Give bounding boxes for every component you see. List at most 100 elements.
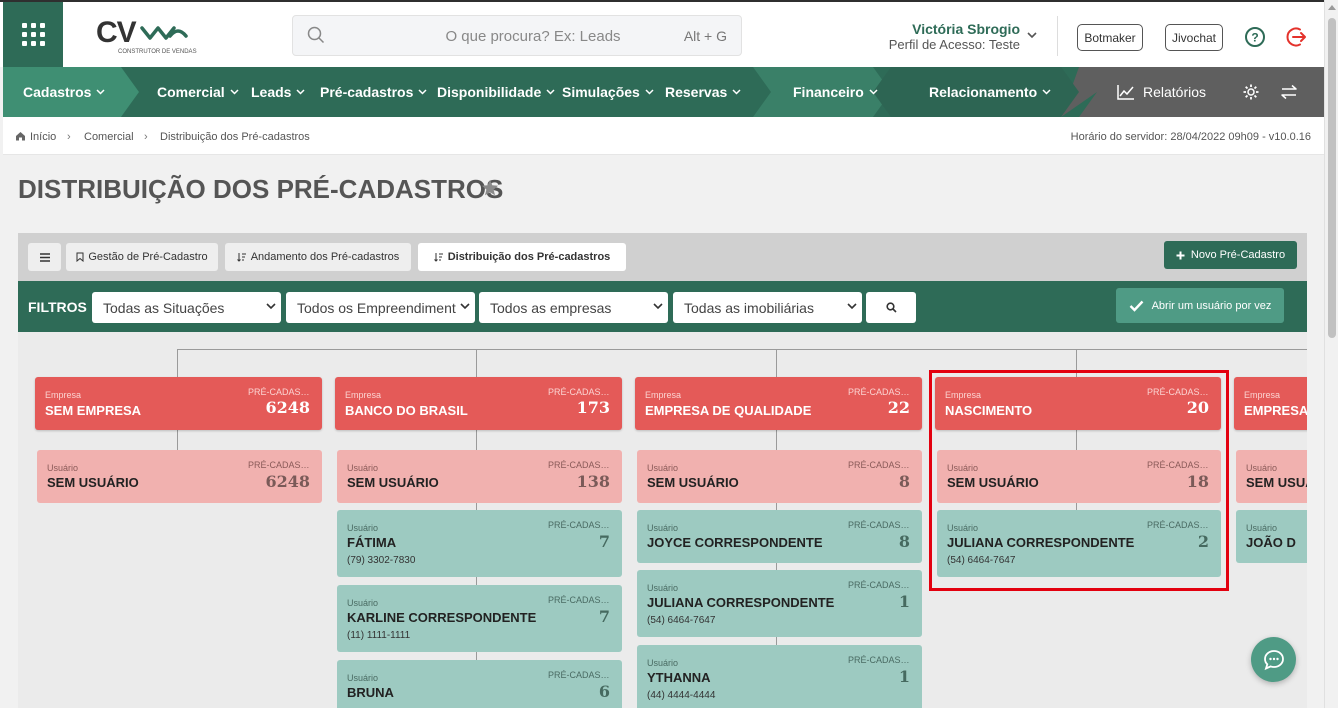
page-title: DISTRIBUIÇÃO DOS PRÉ-CADASTROS [18, 174, 504, 204]
botmaker-button[interactable]: Botmaker [1077, 24, 1143, 51]
check-icon [1129, 300, 1143, 312]
filter-bar: FILTROS Todas as Situações Todos os Empr… [18, 281, 1307, 332]
page-scrollbar[interactable] [1324, 0, 1338, 708]
real-estate-select[interactable]: Todas as imobiliárias [673, 292, 862, 323]
user-card[interactable]: Usuário SEM USUÁRIO PRÉ-CADASTROS 138 [337, 450, 622, 503]
tab-gestao[interactable]: Gestão de Pré-Cadastro [66, 243, 218, 271]
user-card[interactable]: Usuário FÁTIMA PRÉ-CADASTROS 7 (79) 3302… [337, 510, 622, 577]
chevron-down-icon [230, 89, 239, 95]
nav-relacionamento[interactable]: Relacionamento [929, 67, 1051, 117]
company-card[interactable]: Empresa EMPRESA [1234, 377, 1307, 430]
search-box[interactable]: Alt + G [292, 15, 742, 56]
help-icon[interactable]: ? [1244, 26, 1266, 48]
chevron-right-icon: › [67, 131, 71, 143]
swap-icon[interactable] [1280, 84, 1298, 100]
logo[interactable]: CV CONSTRUTOR DE VENDAS [96, 16, 197, 58]
tree-connector [177, 349, 1307, 350]
menu-toggle-button[interactable] [28, 243, 61, 271]
filter-search-button[interactable] [866, 292, 916, 323]
chevron-down-icon [732, 89, 741, 95]
user-card[interactable]: Usuário KARLINE CORRESPONDENTE PRÉ-CADAS… [337, 585, 622, 652]
user-card[interactable]: Usuário BRUNA PRÉ-CADASTROS 6 [337, 660, 622, 708]
nav-pre-cadastros[interactable]: Pré-cadastros [320, 67, 427, 117]
breadcrumb: Início › Comercial › Distribuição dos Pr… [3, 117, 1324, 155]
nav-financeiro[interactable]: Financeiro [793, 67, 878, 117]
hamburger-icon [39, 252, 50, 262]
jivochat-button[interactable]: Jivochat [1165, 24, 1223, 51]
home-icon [16, 132, 25, 141]
chevron-down-icon[interactable] [1026, 30, 1038, 40]
nav-disponibilidade[interactable]: Disponibilidade [437, 67, 555, 117]
breadcrumb-inicio[interactable]: Início [30, 131, 56, 143]
user-card[interactable]: Usuário SEM USUÁRIO PRÉ-CADASTROS 8 [637, 450, 922, 503]
user-card[interactable]: Usuário JULIANA CORRESPONDENTE PRÉ-CADAS… [637, 570, 922, 637]
chart-line-icon [1117, 85, 1134, 100]
top-bar: CV CONSTRUTOR DE VENDAS Alt + G Victória… [0, 0, 1324, 67]
search-input[interactable] [413, 26, 653, 46]
bookmark-icon [76, 252, 84, 262]
user-card[interactable]: Usuário YTHANNA PRÉ-CADASTROS 1 (44) 444… [637, 645, 922, 708]
tree-connector [476, 349, 477, 377]
tree-connector [177, 430, 178, 450]
grid-icon [21, 23, 45, 46]
chat-button[interactable] [1251, 637, 1296, 682]
chevron-down-icon [296, 89, 305, 95]
user-name: Victória Sbrogio [912, 21, 1020, 37]
chat-bubble-icon [1263, 649, 1284, 670]
tab-bar: Gestão de Pré-Cadastro Andamento dos Pré… [18, 233, 1307, 281]
chevron-down-icon [847, 303, 857, 310]
svg-text:?: ? [1251, 31, 1258, 45]
sort-icon [433, 253, 443, 262]
scroll-up-icon[interactable] [1328, 4, 1336, 10]
chevron-down-icon [418, 89, 427, 95]
chevron-down-icon [96, 89, 105, 95]
logo-text: CV [96, 16, 137, 49]
breadcrumb-comercial[interactable]: Comercial [84, 131, 134, 143]
user-card[interactable]: Usuário JOÃO D [1236, 510, 1307, 563]
plus-icon [1176, 251, 1185, 259]
tree-connector [177, 349, 178, 377]
logout-icon[interactable] [1285, 25, 1309, 49]
filters-label: FILTROS [28, 299, 87, 315]
nav-cadastros[interactable]: Cadastros [23, 67, 105, 117]
tree-connector [776, 349, 777, 377]
situation-select[interactable]: Todas as Situações [92, 292, 281, 323]
highlight-box [929, 370, 1229, 591]
chevron-down-icon [869, 89, 878, 95]
chevron-down-icon [645, 89, 654, 95]
gear-icon[interactable] [1242, 83, 1260, 101]
chevron-down-icon [546, 89, 555, 95]
user-card[interactable]: Usuário SEM USUÁRIO [1236, 450, 1307, 503]
tab-andamento[interactable]: Andamento dos Pré-cadastros [225, 243, 411, 271]
user-menu[interactable]: Victória Sbrogio Perfil de Acesso: Teste [870, 21, 1020, 53]
header-divider [1057, 16, 1058, 56]
logo-wave-icon [140, 26, 188, 40]
nav-comercial[interactable]: Comercial [157, 67, 239, 117]
company-card[interactable]: Empresa BANCO DO BRASIL PRÉ-CADASTROS 17… [335, 377, 622, 430]
apps-menu-button[interactable] [3, 2, 63, 67]
sort-icon [236, 253, 246, 262]
nav-simulacoes[interactable]: Simulações [562, 67, 654, 117]
company-card[interactable]: Empresa EMPRESA DE QUALIDADE PRÉ-CADASTR… [635, 377, 922, 430]
chevron-down-icon [1042, 89, 1051, 95]
new-pre-cadastro-button[interactable]: Novo Pré-Cadastro [1164, 241, 1297, 269]
company-card[interactable]: Empresa SEM EMPRESA PRÉ-CADASTROS 6248 [35, 377, 322, 430]
tab-distribuicao[interactable]: Distribuição dos Pré-cadastros [418, 243, 626, 271]
star-icon[interactable] [481, 179, 499, 197]
nav-relatorios[interactable]: Relatórios [1117, 67, 1206, 117]
company-select[interactable]: Todos as empresas [479, 292, 668, 323]
chevron-down-icon [653, 303, 663, 310]
chevron-down-icon [266, 303, 276, 310]
user-card[interactable]: Usuário JOYCE CORRESPONDENTE PRÉ-CADASTR… [637, 510, 922, 563]
scrollbar-thumb[interactable] [1328, 18, 1336, 338]
breadcrumb-current: Distribuição dos Pré-cadastros [160, 131, 310, 143]
main-nav: Cadastros Comercial Leads Pré-cadastros … [3, 67, 1324, 117]
nav-reservas[interactable]: Reservas [665, 67, 741, 117]
search-icon [885, 302, 897, 313]
logo-subtitle: CONSTRUTOR DE VENDAS [118, 49, 197, 55]
server-time: Horário do servidor: 28/04/2022 09h09 - … [1070, 131, 1311, 143]
open-one-user-button[interactable]: Abrir um usuário por vez [1116, 288, 1284, 323]
nav-leads[interactable]: Leads [251, 67, 305, 117]
user-card[interactable]: Usuário SEM USUÁRIO PRÉ-CADASTROS 6248 [37, 450, 322, 503]
development-select[interactable]: Todos os Empreendiment [286, 292, 475, 323]
